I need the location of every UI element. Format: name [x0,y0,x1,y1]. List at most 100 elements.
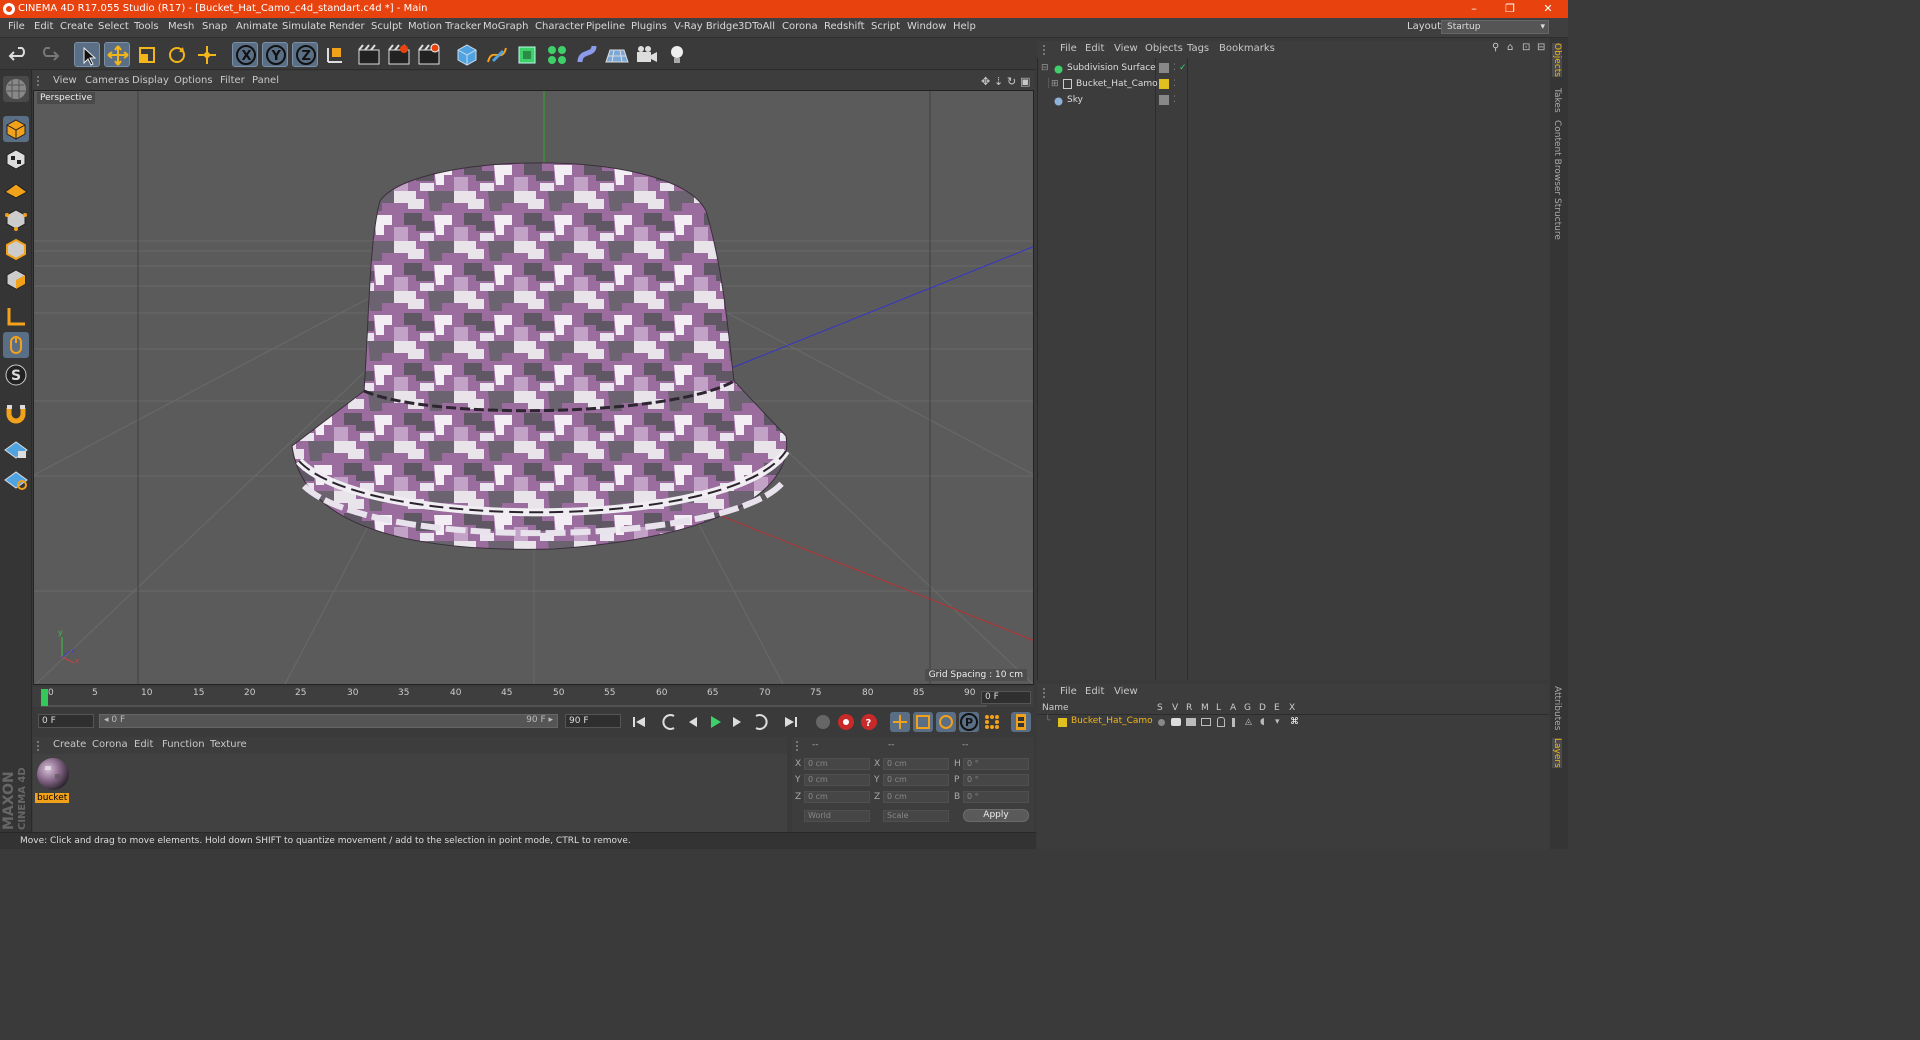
coordinate-mode-dropdown[interactable]: World [804,810,870,822]
restore-button[interactable]: ❐ [1492,0,1528,18]
preview-start-field[interactable]: 0 F [38,714,94,728]
menu-file[interactable]: File [8,21,25,32]
menu-vray-bridge[interactable]: V-Ray Bridge [674,21,738,32]
tab-takes[interactable]: Takes [1552,88,1562,113]
material-menu-texture[interactable]: Texture [210,739,247,750]
key-scale-button[interactable] [913,712,933,732]
undo-button[interactable] [6,42,32,67]
menu-select[interactable]: Select [98,21,129,32]
menu-script[interactable]: Script [871,21,900,32]
tweak-mode-button[interactable] [3,332,29,358]
object-name[interactable]: Bucket_Hat_Camo [1076,76,1158,92]
menu-render[interactable]: Render [329,21,365,32]
menu-pipeline[interactable]: Pipeline [586,21,625,32]
xref-icon[interactable]: ⌘ [1290,717,1299,727]
render-picture-viewer-button[interactable] [386,42,412,67]
solo-toggle-icon[interactable] [1158,719,1165,726]
viewport-menu-panel[interactable]: Panel [252,75,279,86]
menu-3dtoall[interactable]: 3DToAll [738,21,775,32]
add-generator-button[interactable] [514,42,540,67]
menu-sculpt[interactable]: Sculpt [371,21,402,32]
view-eye-icon[interactable] [1171,718,1181,726]
collapse-icon[interactable]: ⊟ [1537,42,1545,53]
planar-workplane-button[interactable] [3,466,29,492]
live-selection-button[interactable] [74,42,100,67]
solo-button[interactable]: S [3,362,29,388]
size-x-field[interactable]: 0 cm [883,758,949,770]
menu-character[interactable]: Character [535,21,584,32]
viewport-menu-display[interactable]: Display [132,75,169,86]
layer-swatch-icon[interactable] [1159,95,1169,105]
menu-redshift[interactable]: Redshift [824,21,865,32]
go-to-start-button[interactable] [629,712,649,732]
x-axis-lock-button[interactable]: X [232,42,258,67]
expand-tree-icon[interactable]: ⊞ [1051,76,1059,92]
menu-mograph[interactable]: MoGraph [483,21,528,32]
om-menu-edit[interactable]: Edit [1085,43,1104,54]
position-y-field[interactable]: 0 cm [804,774,870,786]
snapping-button[interactable] [3,400,29,426]
object-name[interactable]: Sky [1067,92,1083,108]
texture-mode-button[interactable] [3,146,29,172]
key-pla-button[interactable] [982,712,1002,732]
tab-content-browser[interactable]: Content Browser [1552,120,1562,195]
y-axis-lock-button[interactable]: Y [262,42,288,67]
object-name[interactable]: Subdivision Surface [1067,60,1156,76]
perspective-viewport[interactable]: y x z Perspective Grid Spacing : 10 cm [33,90,1034,685]
autokeying-button[interactable]: ? [859,712,879,732]
rotation-b-field[interactable]: 0 ° [963,791,1029,803]
redo-button[interactable] [36,42,62,67]
position-x-field[interactable]: 0 cm [804,758,870,770]
collapse-tree-icon[interactable]: ⊟ [1041,60,1049,76]
preview-end-field[interactable]: 90 F [565,714,621,728]
enable-axis-button[interactable] [3,304,29,330]
add-mograph-button[interactable] [544,42,570,67]
deformer-icon[interactable]: ◖ [1260,717,1265,727]
manager-icon[interactable] [1201,718,1211,726]
polygons-mode-button[interactable] [3,266,29,292]
record-active-objects-button[interactable] [836,712,856,732]
current-frame-field[interactable]: 0 F [981,691,1031,704]
preview-range-slider[interactable]: ◂ 0 F 90 F ▸ [99,714,558,728]
edges-mode-button[interactable] [3,236,29,262]
go-to-end-button[interactable] [781,712,801,732]
om-menu-tags[interactable]: Tags [1187,43,1209,54]
next-key-button[interactable] [750,712,770,732]
expression-icon[interactable]: ▾ [1275,717,1280,727]
om-menu-view[interactable]: View [1114,43,1138,54]
layout-dropdown[interactable]: Startup ▾ [1441,20,1549,34]
rotate-view-icon[interactable]: ↻ [1007,75,1016,88]
viewport-menu-options[interactable]: Options [174,75,213,86]
next-frame-button[interactable] [727,712,747,732]
tab-objects[interactable]: Objects [1552,43,1562,78]
minimize-button[interactable]: – [1456,0,1492,18]
apply-button[interactable]: Apply [963,809,1029,822]
key-parameter-button[interactable]: P [959,712,979,732]
menu-tools[interactable]: Tools [134,21,159,32]
lm-menu-edit[interactable]: Edit [1085,686,1104,697]
timeline-window-button[interactable] [1011,712,1031,732]
previous-frame-button[interactable] [683,712,703,732]
layer-name[interactable]: Bucket_Hat_Camo [1071,716,1153,726]
add-light-button[interactable] [664,42,690,67]
menu-plugins[interactable]: Plugins [631,21,667,32]
close-button[interactable]: ✕ [1530,0,1566,18]
material-menu-function[interactable]: Function [162,739,205,750]
menu-help[interactable]: Help [953,21,976,32]
material-menu-corona[interactable]: Corona [92,739,128,750]
scale-tool-button[interactable] [134,42,160,67]
menu-snap[interactable]: Snap [202,21,227,32]
rotate-tool-button[interactable] [164,42,190,67]
om-menu-objects[interactable]: Objects [1145,43,1183,54]
workplane-mode-button[interactable] [3,176,29,202]
transform-tool-button[interactable] [194,42,220,67]
size-y-field[interactable]: 0 cm [883,774,949,786]
add-environment-button[interactable] [604,42,630,67]
previous-key-button[interactable] [660,712,680,732]
visibility-dots-icon[interactable]: ⁚ [1173,60,1176,76]
om-menu-file[interactable]: File [1060,43,1077,54]
tab-attributes[interactable]: Attributes [1552,686,1562,730]
add-spline-button[interactable] [484,42,510,67]
play-button[interactable] [705,712,725,732]
object-row[interactable]: ⊟ Subdivision Surface ⁚ ✓ [1038,60,1550,76]
